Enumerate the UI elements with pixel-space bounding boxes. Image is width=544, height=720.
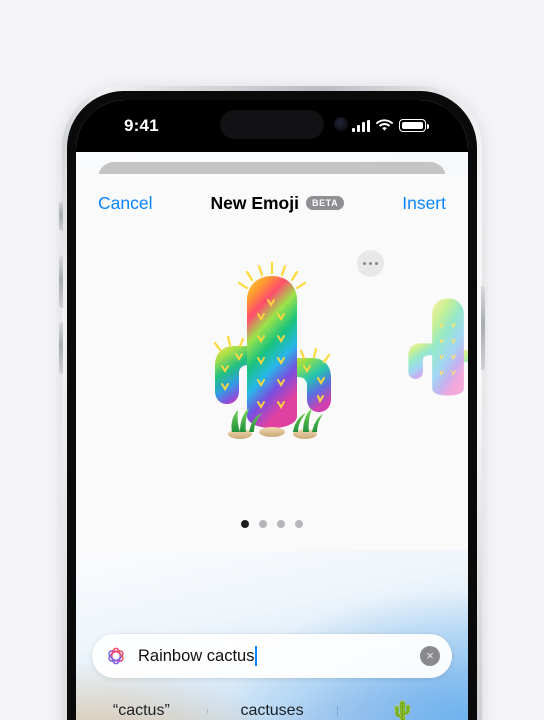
apple-intelligence-icon [108,647,124,665]
front-camera-icon [334,117,348,131]
clear-icon[interactable]: × [420,646,440,666]
input-area: Rainbow cactus × “cactus” cactuses 🌵 [76,550,468,720]
volume-up-button[interactable] [59,256,63,308]
search-input-text-wrapper: Rainbow cactus [138,646,258,666]
device-bezel: 9:41 Cancel New Emoji BETA Insert Rainbo… [67,91,477,720]
page-dot-2[interactable] [259,520,267,528]
new-emoji-sheet: Cancel New Emoji BETA Insert Rainbow cac… [76,174,468,720]
beta-badge: BETA [305,195,345,211]
screenshot-stage: 9:41 Cancel New Emoji BETA Insert Rainbo… [0,0,544,720]
search-input[interactable]: Rainbow cactus × [92,634,452,678]
page-title: New Emoji [210,192,299,213]
insert-button[interactable]: Insert [402,193,446,214]
sheet-title-group: New Emoji BETA [210,192,345,214]
sheet-header: Cancel New Emoji BETA Insert [76,174,468,232]
status-bar: 9:41 [76,100,468,152]
text-cursor [255,646,258,666]
cancel-button[interactable]: Cancel [98,193,152,214]
power-button[interactable] [481,286,485,370]
autocorrect-suggestion-bar: “cactus” cactuses 🌵 [76,690,468,720]
search-input-value: Rainbow cactus [138,646,255,665]
search-field-wrapper: Rainbow cactus × [92,634,452,678]
suggestion-word[interactable]: cactuses [206,702,338,720]
volume-down-button[interactable] [59,322,63,374]
page-dot-4[interactable] [295,520,303,528]
cellular-bars-icon [352,120,370,132]
status-bar-indicators [352,119,429,132]
wifi-icon [376,119,393,131]
device-screen: 9:41 Cancel New Emoji BETA Insert Rainbo… [76,100,468,720]
suggestion-emoji[interactable]: 🌵 [337,699,468,720]
app-content: Cancel New Emoji BETA Insert Rainbow cac… [76,152,468,720]
battery-icon [399,119,429,132]
suggestion-literal[interactable]: “cactus” [76,702,207,720]
pastel-cactus-emoji[interactable] [382,280,468,412]
dynamic-island [220,110,324,139]
iphone-device-frame: 9:41 Cancel New Emoji BETA Insert Rainbo… [59,86,485,720]
emoji-preview-canvas [76,232,468,550]
rainbow-cactus-emoji[interactable] [172,254,372,454]
page-dot-1[interactable] [241,520,249,528]
page-dot-3[interactable] [277,520,285,528]
status-bar-clock: 9:41 [124,116,159,135]
action-button[interactable] [59,201,63,231]
carousel-page-dots[interactable] [241,520,303,528]
